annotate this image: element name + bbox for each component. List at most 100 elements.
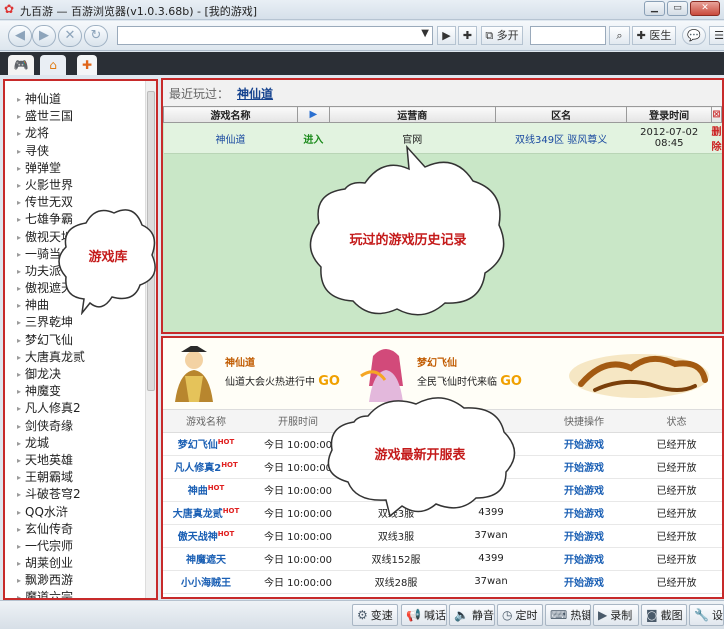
sidebar-game-item[interactable]: 一代宗师 bbox=[5, 538, 156, 555]
close-button[interactable]: ✕ bbox=[690, 1, 720, 16]
callout-servers: 游戏最新开服表 bbox=[320, 388, 520, 518]
sidebar-game-item[interactable]: 魔道六宗 bbox=[5, 589, 156, 598]
server-game-name[interactable]: 凡人修真2 bbox=[174, 463, 221, 474]
settings-label: 设置 bbox=[711, 609, 723, 622]
history-zone[interactable]: 双线349区 驱风尊义 bbox=[495, 122, 627, 154]
sidebar-game-item[interactable]: 斗破苍穹2 bbox=[5, 486, 156, 503]
sidebar-game-item[interactable]: 大唐真龙贰 bbox=[5, 349, 156, 366]
screenshot-button[interactable]: ◙ 截图 bbox=[641, 604, 687, 626]
start-game-button[interactable]: 开始游戏 bbox=[537, 432, 631, 456]
sidebar-game-item[interactable]: 火影世界 bbox=[5, 177, 156, 194]
go-button[interactable]: ▶ bbox=[437, 26, 456, 45]
tab-home[interactable]: ⌂ bbox=[40, 55, 66, 75]
chat-button[interactable]: 💬 bbox=[682, 26, 706, 45]
server-game-cell[interactable]: 神魔遮天 bbox=[163, 547, 249, 571]
server-game-name[interactable]: 傲天战神 bbox=[178, 532, 218, 543]
server-game-name[interactable]: 神魔遮天 bbox=[186, 555, 226, 566]
sidebar-game-item[interactable]: 凡人修真2 bbox=[5, 400, 156, 417]
search-input[interactable] bbox=[530, 26, 606, 45]
delete-all-icon[interactable]: ⊠ bbox=[712, 109, 720, 120]
sidebar-game-item[interactable]: QQ水浒 bbox=[5, 504, 156, 521]
screenshot-label: 截图 bbox=[660, 609, 683, 622]
sidebar-game-item[interactable]: 龙城 bbox=[5, 435, 156, 452]
tab-my-games[interactable]: 🎮 bbox=[8, 55, 34, 75]
add-bookmark-button[interactable]: ✚ bbox=[458, 26, 477, 45]
sidebar-game-item[interactable]: 御龙决 bbox=[5, 366, 156, 383]
address-bar[interactable]: ▼ bbox=[117, 26, 433, 45]
promo-game-title: 神仙道 bbox=[225, 358, 255, 369]
doctor-button[interactable]: ✚ 医生 bbox=[632, 26, 676, 45]
search-button[interactable]: ⌕ bbox=[609, 26, 630, 45]
server-game-name[interactable]: 梦幻飞仙 bbox=[178, 440, 218, 451]
column-header-enter: ▶ bbox=[297, 106, 330, 123]
promo-banner[interactable] bbox=[555, 346, 722, 402]
speed-button[interactable]: ⚙ 变速 bbox=[352, 604, 398, 626]
sidebar-game-item[interactable]: 神仙道 bbox=[5, 91, 156, 108]
multi-open-button[interactable]: ⧉ 多开 bbox=[481, 26, 523, 45]
mute-button[interactable]: 🔈 静音 bbox=[449, 604, 495, 626]
server-game-cell[interactable]: 凡人修真2HOT bbox=[163, 455, 249, 479]
start-game-button[interactable]: 开始游戏 bbox=[537, 524, 631, 548]
server-game-cell[interactable]: 大唐真龙贰HOT bbox=[163, 501, 249, 525]
sidebar-game-item[interactable]: 弹弹堂 bbox=[5, 160, 156, 177]
start-game-button[interactable]: 开始游戏 bbox=[537, 501, 631, 525]
hot-badge-icon: HOT bbox=[217, 437, 235, 446]
promo-text: 仙道大会火热进行中 GO bbox=[225, 373, 340, 389]
start-game-button[interactable]: 开始游戏 bbox=[537, 547, 631, 571]
sidebar-game-item[interactable]: 剑侠奇缘 bbox=[5, 418, 156, 435]
start-game-button[interactable]: 开始游戏 bbox=[537, 455, 631, 479]
refresh-button[interactable]: ↻ bbox=[84, 25, 108, 47]
sidebar-game-item[interactable]: 寻侠 bbox=[5, 143, 156, 160]
server-game-name[interactable]: 神曲 bbox=[188, 486, 208, 497]
server-status: 已经开放 bbox=[631, 501, 722, 525]
server-game-cell[interactable]: 神曲HOT bbox=[163, 478, 249, 502]
delete-record-button[interactable]: 删除 bbox=[711, 122, 722, 154]
server-game-cell[interactable]: 傲天战神HOT bbox=[163, 524, 249, 548]
sidebar-game-item[interactable]: 盛世三国 bbox=[5, 108, 156, 125]
recent-played-label: 最近玩过： bbox=[169, 87, 230, 101]
doctor-label: 医生 bbox=[649, 29, 672, 42]
history-game-name[interactable]: 神仙道 bbox=[163, 122, 298, 154]
forward-button[interactable]: ▶ bbox=[32, 25, 56, 47]
menu-button[interactable]: ☰ bbox=[709, 26, 724, 45]
timer-button[interactable]: ◷ 定时 bbox=[497, 604, 543, 626]
sidebar-game-item[interactable]: 胡莱创业 bbox=[5, 555, 156, 572]
sidebar-game-item[interactable]: 玄仙传奇 bbox=[5, 521, 156, 538]
column-header: 状态 bbox=[631, 410, 722, 433]
sidebar-game-item[interactable]: 王朝霸域 bbox=[5, 469, 156, 486]
server-operator: 37wan bbox=[445, 524, 537, 548]
server-game-name[interactable]: 小小海贼王 bbox=[181, 578, 231, 589]
hot-badge-icon: HOT bbox=[221, 460, 238, 469]
server-game-cell[interactable]: 梦幻飞仙HOT bbox=[163, 432, 249, 456]
server-game-name[interactable]: 大唐真龙贰 bbox=[173, 509, 223, 520]
column-header: 快捷操作 bbox=[537, 410, 631, 433]
settings-button[interactable]: 🔧设置 bbox=[689, 604, 724, 626]
hotkey-button[interactable]: ⌨ 热键 bbox=[545, 604, 591, 626]
column-header: 运营商 bbox=[328, 106, 496, 123]
sidebar-scrollbar[interactable] bbox=[145, 81, 156, 598]
minimize-button[interactable]: ▁ bbox=[644, 1, 665, 16]
start-game-button[interactable]: 开始游戏 bbox=[537, 478, 631, 502]
sidebar-game-item[interactable]: 飘渺西游 bbox=[5, 572, 156, 589]
callout-game-library: 游戏库 bbox=[56, 203, 160, 315]
gear-icon: ⚙ bbox=[357, 608, 368, 622]
server-game-cell[interactable]: 小小海贼王 bbox=[163, 570, 249, 594]
new-tab-button[interactable]: ✚ bbox=[77, 55, 97, 75]
sidebar-game-item[interactable]: 神魔变 bbox=[5, 383, 156, 400]
sidebar-game-item[interactable]: 梦幻飞仙 bbox=[5, 332, 156, 349]
stop-button[interactable]: ✕ bbox=[58, 25, 82, 47]
sidebar-game-item[interactable]: 天地英雄 bbox=[5, 452, 156, 469]
start-game-button[interactable]: 开始游戏 bbox=[537, 570, 631, 594]
chevron-down-icon[interactable]: ▼ bbox=[421, 28, 429, 39]
back-button[interactable]: ◀ bbox=[8, 25, 32, 47]
sidebar-game-item[interactable]: 三界乾坤 bbox=[5, 314, 156, 331]
maximize-button[interactable]: ▭ bbox=[667, 1, 688, 16]
speed-label: 变速 bbox=[370, 609, 393, 622]
record-button[interactable]: ▶ 录制 bbox=[593, 604, 639, 626]
sidebar-game-item[interactable]: 龙将 bbox=[5, 125, 156, 142]
shout-button[interactable]: 📢 喊话 bbox=[401, 604, 447, 626]
recent-game-link[interactable]: 神仙道 bbox=[237, 87, 273, 101]
multi-open-label: 多开 bbox=[496, 29, 519, 42]
server-name: 双线152服 bbox=[347, 547, 445, 571]
table-row: 傲天战神HOT 今日 10:00:00 双线3服 37wan 开始游戏 已经开放 bbox=[163, 524, 722, 548]
